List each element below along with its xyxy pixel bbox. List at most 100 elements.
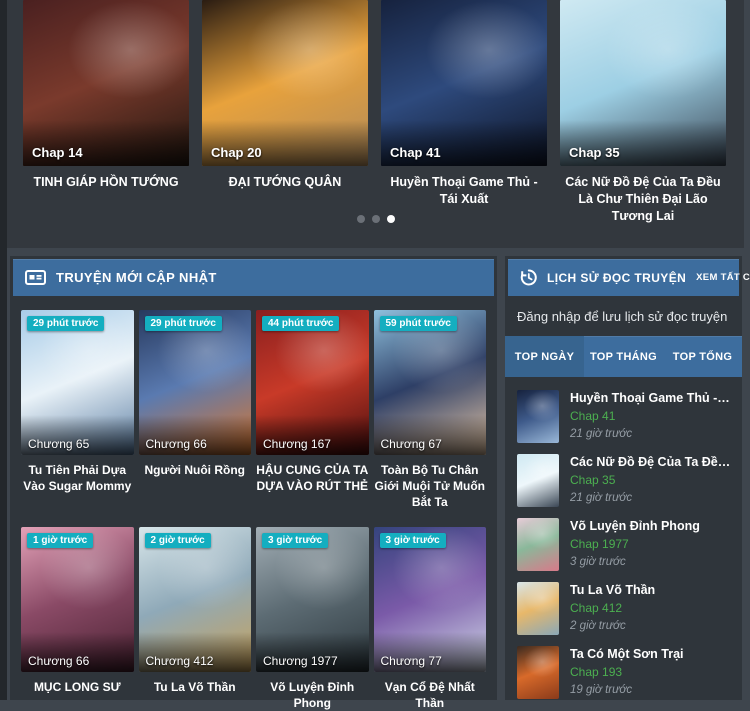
list-item[interactable]: Tu La Võ Thần Chap 412 2 giờ trước bbox=[517, 582, 732, 635]
comic-title[interactable]: Người Nuôi Rồng bbox=[139, 462, 252, 478]
update-time: 21 giờ trước bbox=[570, 428, 732, 440]
tab-top-tong[interactable]: TOP TỔNG bbox=[663, 336, 742, 377]
top-tabs: TOP NGÀY TOP THÁNG TOP TỔNG bbox=[505, 336, 742, 377]
comic-cover[interactable]: 44 phút trước Chương 167 bbox=[256, 310, 369, 455]
comic-title[interactable]: Các Nữ Đồ Đệ Của Ta Đều Là Chư... bbox=[570, 454, 732, 469]
comic-cover[interactable]: 29 phút trước Chương 66 bbox=[139, 310, 252, 455]
chapter-label: Chương 66 bbox=[28, 654, 89, 668]
comic-card[interactable]: 3 giờ trước Chương 1977 Võ Luyện Đỉnh Ph… bbox=[256, 527, 369, 711]
update-time-badge: 29 phút trước bbox=[145, 316, 222, 331]
chapter-link[interactable]: Chap 1977 bbox=[570, 537, 732, 551]
update-time-badge: 3 giờ trước bbox=[380, 533, 446, 548]
list-item[interactable]: Các Nữ Đồ Đệ Của Ta Đều Là Chư... Chap 3… bbox=[517, 454, 732, 507]
comic-card[interactable]: 59 phút trước Chương 67 Toàn Bộ Tu Chân … bbox=[374, 310, 487, 511]
chapter-label: Chương 167 bbox=[263, 437, 331, 451]
carousel-slide[interactable]: Chap 20 ĐẠI TƯỚNG QUÂN bbox=[202, 0, 368, 225]
carousel-dot[interactable] bbox=[372, 215, 380, 223]
comic-card[interactable]: 29 phút trước Chương 65 Tu Tiên Phải Dựa… bbox=[21, 310, 134, 511]
comic-title[interactable]: TINH GIÁP HỒN TƯỚNG bbox=[23, 174, 189, 191]
chapter-label: Chương 66 bbox=[146, 437, 207, 451]
comic-card[interactable]: 3 giờ trước Chương 77 Vạn Cổ Đệ Nhất Thầ… bbox=[374, 527, 487, 711]
chapter-label: Chap 14 bbox=[32, 145, 83, 160]
featured-carousel: Chap 14 TINH GIÁP HỒN TƯỚNG Chap 20 ĐẠI … bbox=[7, 0, 744, 248]
comic-thumbnail[interactable] bbox=[517, 646, 559, 699]
update-time-badge: 59 phút trước bbox=[380, 316, 457, 331]
carousel-dot[interactable] bbox=[387, 215, 395, 223]
section-title: TRUYỆN MỚI CẬP NHẬT bbox=[56, 270, 217, 285]
comic-thumbnail[interactable] bbox=[517, 582, 559, 635]
list-item[interactable]: Võ Luyện Đỉnh Phong Chap 1977 3 giờ trướ… bbox=[517, 518, 732, 571]
chapter-label: Chap 41 bbox=[390, 145, 441, 160]
carousel-slide[interactable]: Chap 35 Các Nữ Đồ Đệ Của Ta Đều Là Chư T… bbox=[560, 0, 726, 225]
comic-title[interactable]: Ta Có Một Sơn Trại bbox=[570, 646, 732, 661]
login-notice: Đăng nhập để lưu lịch sử đọc truyện bbox=[505, 296, 742, 336]
update-time: 21 giờ trước bbox=[570, 492, 732, 504]
comic-cover[interactable]: 2 giờ trước Chương 412 bbox=[139, 527, 252, 672]
comic-cover[interactable]: 1 giờ trước Chương 66 bbox=[21, 527, 134, 672]
view-all-link[interactable]: XEM TẤT CẢ » bbox=[696, 272, 750, 283]
carousel-slide[interactable]: Chap 41 Huyền Thoại Game Thủ - Tái Xuất bbox=[381, 0, 547, 225]
comic-title[interactable]: ĐẠI TƯỚNG QUÂN bbox=[202, 174, 368, 191]
chapter-link[interactable]: Chap 41 bbox=[570, 409, 732, 423]
comic-cover[interactable]: Chap 41 bbox=[381, 0, 547, 166]
comic-title[interactable]: Tu La Võ Thần bbox=[570, 582, 732, 597]
sidebar: LỊCH SỬ ĐỌC TRUYỆN XEM TẤT CẢ » Đăng nhậ… bbox=[505, 256, 742, 700]
carousel-dot[interactable] bbox=[357, 215, 365, 223]
tab-top-thang[interactable]: TOP THÁNG bbox=[584, 336, 663, 377]
update-time-badge: 2 giờ trước bbox=[145, 533, 211, 548]
update-time: 2 giờ trước bbox=[570, 620, 732, 632]
chapter-label: Chap 35 bbox=[569, 145, 620, 160]
history-header: LỊCH SỬ ĐỌC TRUYỆN XEM TẤT CẢ » bbox=[508, 259, 739, 296]
comic-cover[interactable]: Chap 20 bbox=[202, 0, 368, 166]
latest-updates-grid: 29 phút trước Chương 65 Tu Tiên Phải Dựa… bbox=[10, 296, 497, 711]
chapter-label: Chương 65 bbox=[28, 437, 89, 451]
chapter-label: Chương 77 bbox=[381, 654, 442, 668]
comic-title[interactable]: Huyền Thoại Game Thủ - Tái Xuất bbox=[381, 174, 547, 208]
comic-thumbnail[interactable] bbox=[517, 390, 559, 443]
comic-title[interactable]: MỤC LONG SƯ bbox=[21, 679, 134, 695]
comic-cover[interactable]: 29 phút trước Chương 65 bbox=[21, 310, 134, 455]
list-item[interactable]: Ta Có Một Sơn Trại Chap 193 19 giờ trước bbox=[517, 646, 732, 699]
comic-card[interactable]: 29 phút trước Chương 66 Người Nuôi Rồng bbox=[139, 310, 252, 511]
chapter-label: Chap 20 bbox=[211, 145, 262, 160]
newspaper-icon bbox=[25, 270, 46, 285]
carousel-dots bbox=[7, 215, 744, 223]
comic-thumbnail[interactable] bbox=[517, 454, 559, 507]
comic-title[interactable]: Võ Luyện Đỉnh Phong bbox=[570, 518, 732, 533]
update-time: 3 giờ trước bbox=[570, 556, 732, 568]
comic-title[interactable]: Tu La Võ Thần bbox=[139, 679, 252, 695]
comic-cover[interactable]: 3 giờ trước Chương 77 bbox=[374, 527, 487, 672]
update-time-badge: 3 giờ trước bbox=[262, 533, 328, 548]
comic-cover[interactable]: 59 phút trước Chương 67 bbox=[374, 310, 487, 455]
chapter-link[interactable]: Chap 193 bbox=[570, 665, 732, 679]
update-time-badge: 29 phút trước bbox=[27, 316, 104, 331]
chapter-link[interactable]: Chap 35 bbox=[570, 473, 732, 487]
comic-card[interactable]: 1 giờ trước Chương 66 MỤC LONG SƯ bbox=[21, 527, 134, 711]
comic-title[interactable]: Vạn Cổ Đệ Nhất Thần bbox=[374, 679, 487, 711]
comic-cover[interactable]: 3 giờ trước Chương 1977 bbox=[256, 527, 369, 672]
carousel-slide[interactable]: Chap 14 TINH GIÁP HỒN TƯỚNG bbox=[23, 0, 189, 225]
comic-title[interactable]: HẬU CUNG CỦA TA DỰA VÀO RÚT THẺ bbox=[256, 462, 369, 494]
comic-title[interactable]: Huyền Thoại Game Thủ - Tái Xuất bbox=[570, 390, 732, 405]
page-edge-strip bbox=[0, 0, 7, 700]
comic-title[interactable]: Toàn Bộ Tu Chân Giới Muội Tử Muốn Bắt Ta bbox=[374, 462, 487, 511]
history-icon bbox=[520, 269, 537, 286]
tab-top-ngay[interactable]: TOP NGÀY bbox=[505, 336, 584, 377]
chapter-label: Chương 1977 bbox=[263, 654, 338, 668]
list-item[interactable]: Huyền Thoại Game Thủ - Tái Xuất Chap 41 … bbox=[517, 390, 732, 443]
comic-thumbnail[interactable] bbox=[517, 518, 559, 571]
chapter-label: Chương 412 bbox=[146, 654, 214, 668]
latest-updates-section: TRUYỆN MỚI CẬP NHẬT 29 phút trước Chương… bbox=[10, 256, 497, 700]
comic-title[interactable]: Võ Luyện Đỉnh Phong bbox=[256, 679, 369, 711]
comic-card[interactable]: 2 giờ trước Chương 412 Tu La Võ Thần bbox=[139, 527, 252, 711]
carousel-slides: Chap 14 TINH GIÁP HỒN TƯỚNG Chap 20 ĐẠI … bbox=[7, 0, 744, 225]
comic-cover[interactable]: Chap 35 bbox=[560, 0, 726, 166]
update-time-badge: 44 phút trước bbox=[262, 316, 339, 331]
update-time-badge: 1 giờ trước bbox=[27, 533, 93, 548]
top-list: Huyền Thoại Game Thủ - Tái Xuất Chap 41 … bbox=[505, 377, 742, 699]
comic-cover[interactable]: Chap 14 bbox=[23, 0, 189, 166]
comic-title[interactable]: Tu Tiên Phải Dựa Vào Sugar Mommy bbox=[21, 462, 134, 494]
comic-card[interactable]: 44 phút trước Chương 167 HẬU CUNG CỦA TA… bbox=[256, 310, 369, 511]
chapter-link[interactable]: Chap 412 bbox=[570, 601, 732, 615]
latest-updates-header: TRUYỆN MỚI CẬP NHẬT bbox=[13, 259, 494, 296]
